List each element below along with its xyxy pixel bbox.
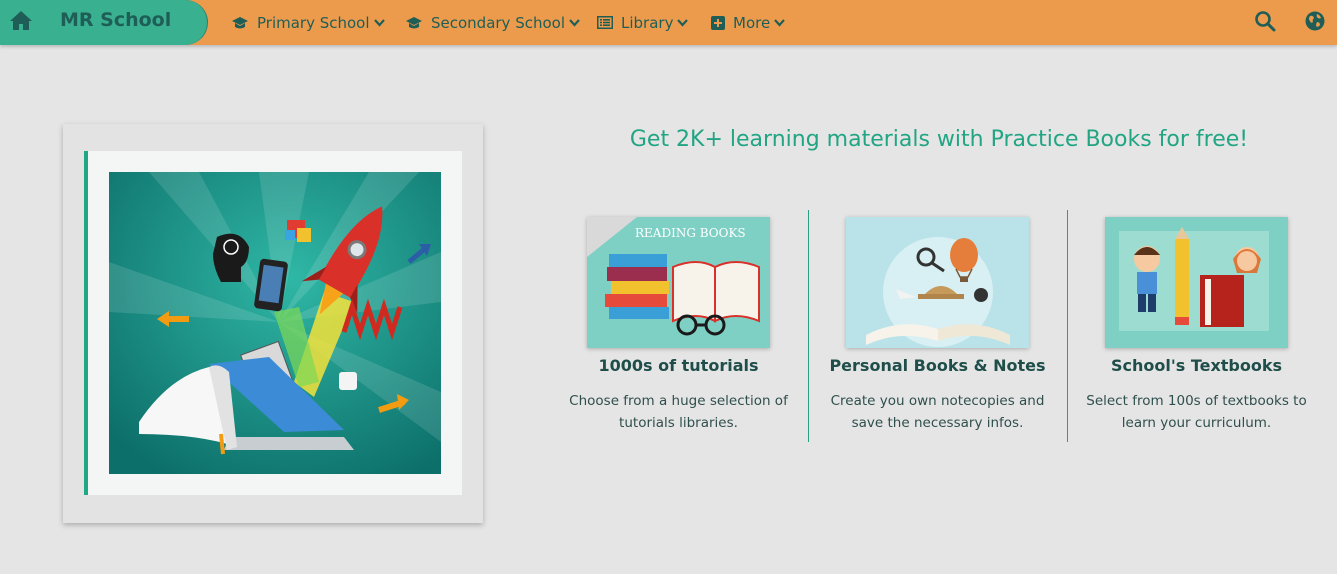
nav-primary-school[interactable]: Primary School [231,0,385,45]
chevron-down-icon [677,18,689,27]
feature-image[interactable] [846,217,1029,348]
search-icon[interactable] [1254,10,1276,32]
nav-more[interactable]: More [711,0,786,45]
hero-card [63,124,483,523]
feature-description: Create you own notecopies and save the n… [830,393,1045,431]
feature-image[interactable] [1105,217,1288,348]
chevron-down-icon [569,18,580,27]
plus-square-icon [711,15,725,30]
hero-frame [84,151,462,495]
hero-illustration [109,172,441,474]
feature-tutorials: READING BOOKS 1000s of tutorials Choose … [549,210,808,442]
list-icon [597,16,613,29]
feature-textbooks: School's Textbooks Select from 100s of t… [1067,210,1326,442]
nav-label: Secondary School [431,13,566,32]
chevron-down-icon [774,18,786,27]
feature-description: Choose from a huge selection of tutorial… [569,393,788,431]
brand[interactable]: MR School [0,0,208,45]
feature-image[interactable]: READING BOOKS [587,217,770,348]
feature-title: School's Textbooks [1110,356,1283,375]
feature-description: Select from 100s of textbooks to learn y… [1086,393,1307,431]
feature-title: Personal Books & Notes [829,356,1046,375]
nav-secondary-school[interactable]: Secondary School [405,0,580,45]
home-icon[interactable] [9,9,33,31]
top-navbar: MR School Primary School Secondary Schoo… [0,0,1337,45]
nav-label: More [733,13,771,32]
feature-title: 1000s of tutorials [598,356,759,375]
chevron-down-icon [373,18,385,27]
brand-title[interactable]: MR School [60,9,171,31]
globe-icon[interactable] [1304,10,1326,32]
nav-label: Library [621,13,674,32]
feature-personal-books: Personal Books & Notes Create you own no… [808,210,1067,442]
graduation-cap-icon [406,16,422,28]
page-headline: Get 2K+ learning materials with Practice… [629,127,1249,152]
nav-library[interactable]: Library [597,0,689,45]
reading-books-label: READING BOOKS [635,226,746,240]
graduation-cap-icon [232,16,248,28]
nav-label: Primary School [257,13,370,32]
